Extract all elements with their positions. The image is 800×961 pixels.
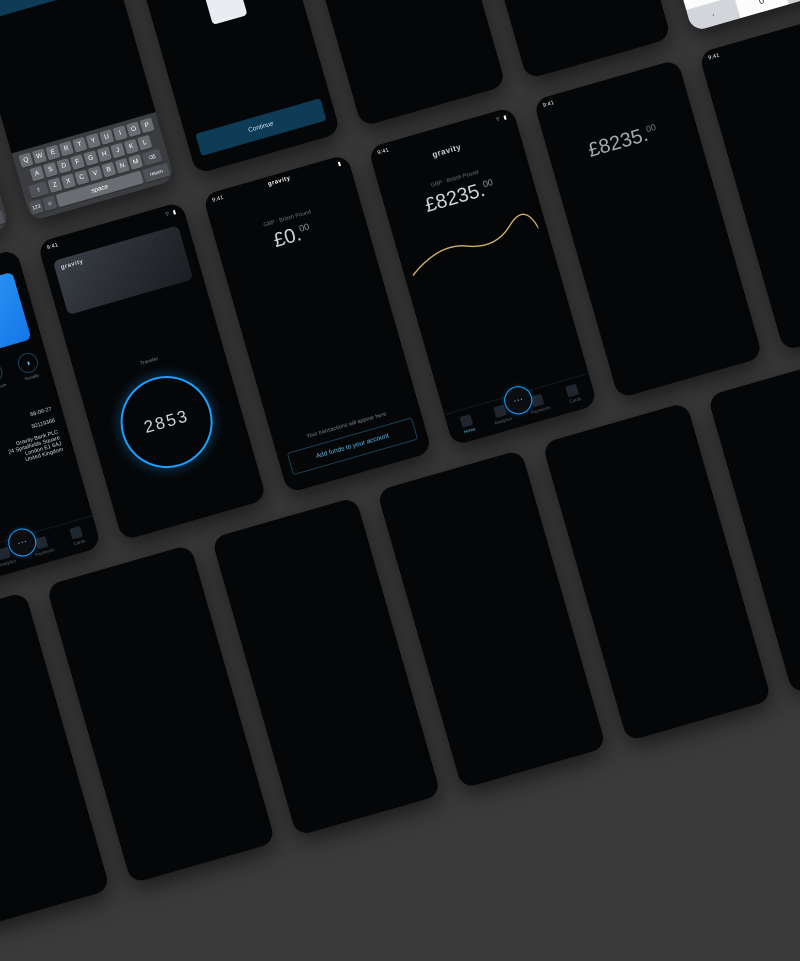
key-l[interactable]: L bbox=[137, 135, 152, 151]
key-o[interactable]: O bbox=[126, 121, 141, 137]
counter-ring: 2853 bbox=[110, 365, 224, 479]
key-w[interactable]: W bbox=[32, 148, 47, 164]
key-t[interactable]: T bbox=[72, 137, 87, 153]
card-action-socially[interactable]: ◑Socially bbox=[12, 350, 44, 383]
key-q[interactable]: Q bbox=[18, 152, 33, 168]
key-x[interactable]: X bbox=[61, 173, 76, 189]
key-e[interactable]: E bbox=[45, 145, 60, 161]
counter-label: Transfer bbox=[140, 356, 159, 367]
nav-home[interactable]: Home bbox=[460, 414, 477, 435]
key-c[interactable]: C bbox=[74, 170, 89, 186]
key-m[interactable]: M bbox=[128, 154, 143, 170]
key-u[interactable]: U bbox=[99, 129, 114, 145]
key-n[interactable]: N bbox=[115, 158, 130, 174]
key-return[interactable]: return bbox=[0, 210, 5, 230]
numkey-0[interactable]: 0 bbox=[735, 0, 788, 18]
key-a[interactable]: A bbox=[30, 166, 45, 182]
key-d[interactable]: D bbox=[56, 158, 71, 174]
key-g[interactable]: G bbox=[83, 150, 98, 166]
key-v[interactable]: V bbox=[88, 166, 103, 182]
key-j[interactable]: J bbox=[110, 143, 125, 159]
key-b[interactable]: B bbox=[101, 162, 116, 178]
key-y[interactable]: Y bbox=[86, 133, 101, 149]
key-i[interactable]: I bbox=[113, 125, 128, 141]
key-h[interactable]: H bbox=[97, 146, 112, 162]
key-k[interactable]: K bbox=[124, 139, 139, 155]
key-f[interactable]: F bbox=[70, 154, 85, 170]
screen-password: gravity And your password? Minimum of 8 … bbox=[0, 0, 175, 222]
key-r[interactable]: R bbox=[59, 141, 74, 157]
nav-cards[interactable]: Cards bbox=[69, 526, 86, 547]
key-z[interactable]: Z bbox=[47, 177, 62, 193]
key-s[interactable]: S bbox=[43, 162, 58, 178]
numpad[interactable]: 12ABC3DEF4GHI5JKL6MNO7PQRS8TUV9WXYZ·0⌫ bbox=[667, 0, 800, 32]
key-p[interactable]: P bbox=[140, 118, 155, 134]
nav-cards[interactable]: Cards bbox=[565, 383, 582, 404]
card-action-3d-secure[interactable]: ⚙3D Secure bbox=[0, 360, 10, 393]
